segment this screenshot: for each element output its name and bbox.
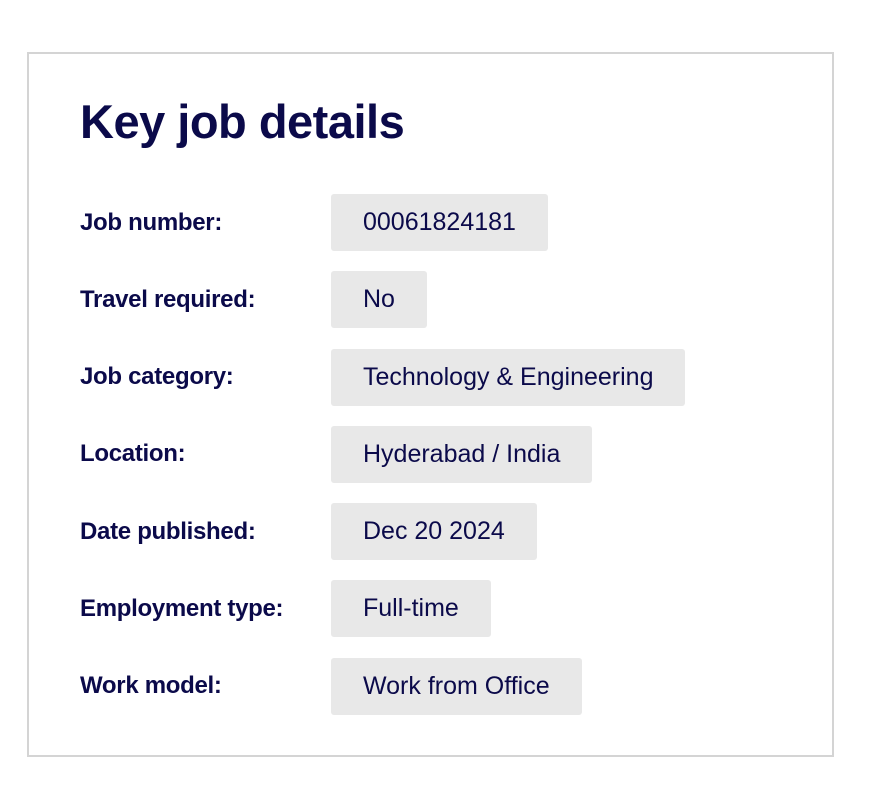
- detail-label: Location:: [80, 440, 186, 468]
- detail-row-location: Location: Hyderabad / India: [80, 425, 685, 483]
- detail-value: Dec 20 2024: [331, 503, 537, 561]
- detail-value: No: [331, 271, 427, 329]
- detail-label: Work model:: [80, 672, 222, 700]
- detail-row-work-model: Work model: Work from Office: [80, 657, 685, 715]
- detail-label: Date published:: [80, 517, 256, 545]
- key-job-details-card: Key job details Job number: 00061824181 …: [27, 52, 834, 757]
- detail-label: Job category:: [80, 363, 234, 391]
- detail-value: 00061824181: [331, 194, 548, 251]
- detail-label: Travel required:: [80, 285, 256, 313]
- detail-value: Technology & Engineering: [331, 348, 686, 406]
- detail-row-date-published: Date published: Dec 20 2024: [80, 503, 685, 561]
- details-list: Job number: 00061824181 Travel required:…: [80, 194, 686, 735]
- detail-row-job-category: Job category: Technology & Engineering: [80, 348, 686, 406]
- detail-row-employment-type: Employment type: Full-time: [80, 580, 685, 638]
- detail-row-travel-required: Travel required: No: [80, 271, 685, 329]
- detail-value: Full-time: [331, 580, 491, 638]
- detail-value: Hyderabad / India: [331, 425, 593, 483]
- detail-row-job-number: Job number: 00061824181: [80, 194, 685, 251]
- card-title: Key job details: [80, 95, 405, 148]
- detail-value: Work from Office: [331, 657, 582, 715]
- detail-label: Job number:: [80, 208, 223, 236]
- detail-label: Employment type:: [80, 594, 284, 622]
